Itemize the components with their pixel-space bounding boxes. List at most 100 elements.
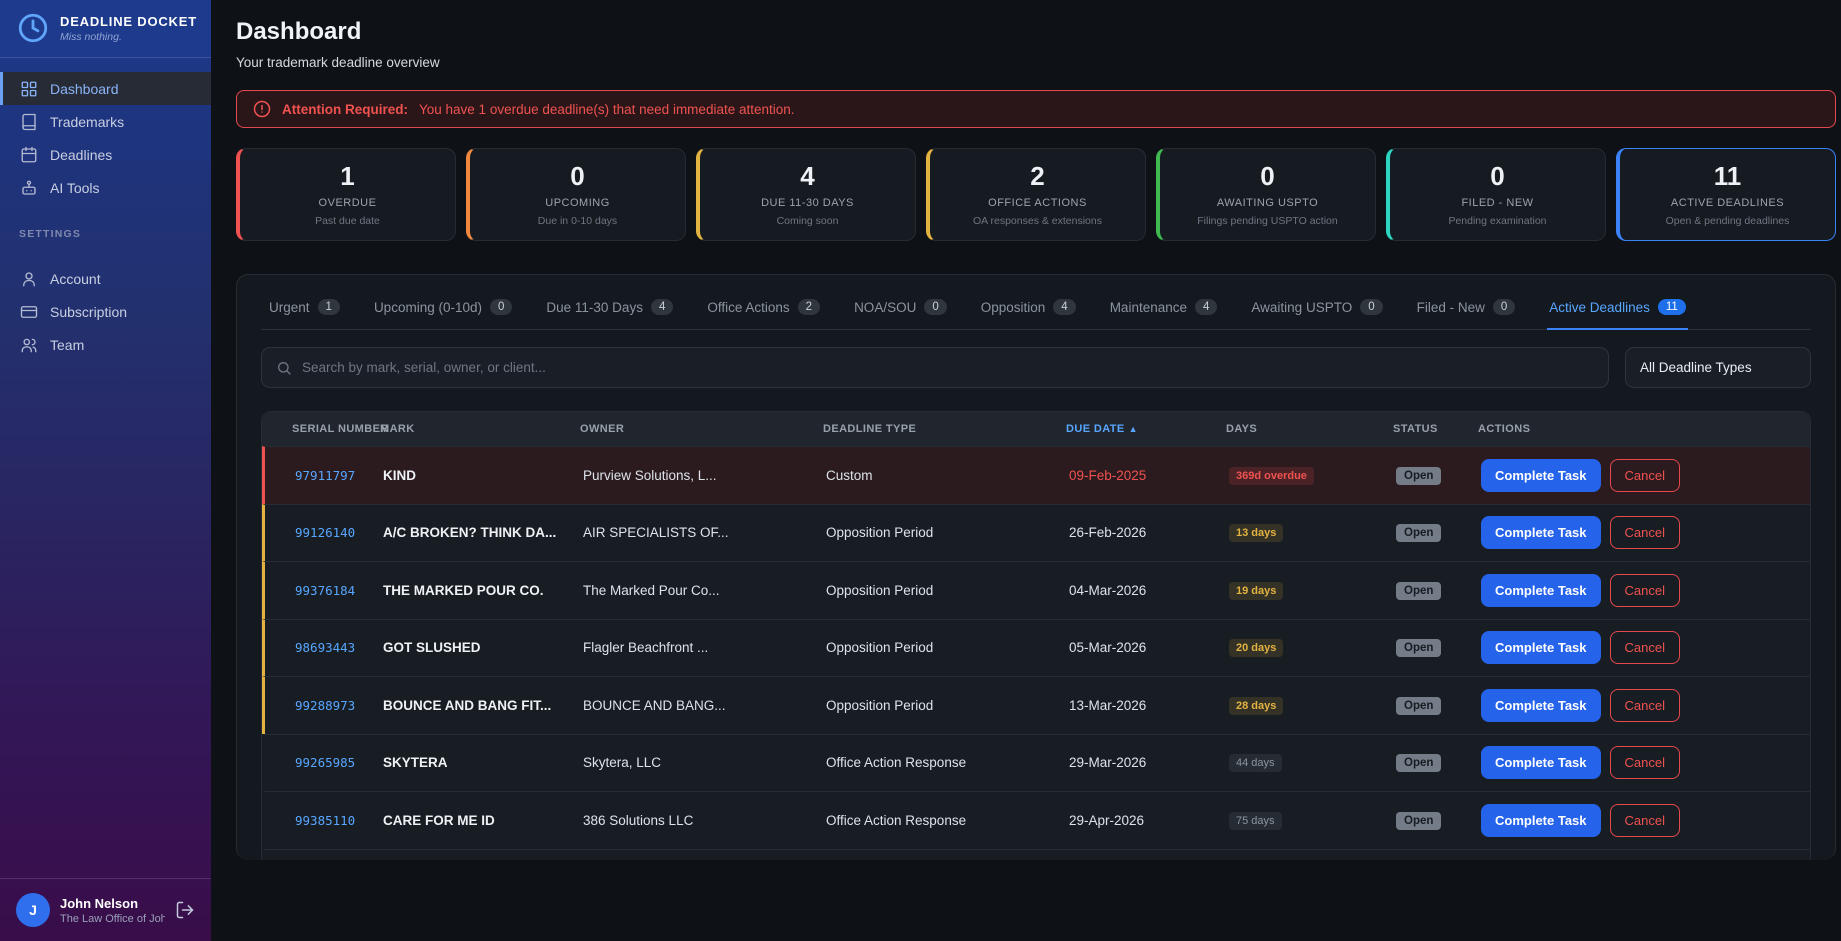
owner-cell: BOUNCE AND BANG... xyxy=(583,698,826,713)
sidebar-item-trademarks[interactable]: Trademarks xyxy=(0,105,211,138)
stat-sublabel: Filings pending USPTO action xyxy=(1160,215,1375,227)
attention-alert: Attention Required: You have 1 overdue d… xyxy=(236,90,1836,128)
stat-card[interactable]: 0 UPCOMING Due in 0-10 days xyxy=(466,148,686,241)
table-row: 99265985 SKYTERA Skytera, LLC Office Act… xyxy=(262,734,1810,792)
logout-icon[interactable] xyxy=(175,900,195,920)
sidebar-item-deadlines[interactable]: Deadlines xyxy=(0,138,211,171)
stat-sublabel: Past due date xyxy=(240,215,455,227)
owner-cell: AIR SPECIALISTS OF... xyxy=(583,525,826,540)
owner-cell: Purview Solutions, L... xyxy=(583,468,826,483)
serial-number-link[interactable]: 99126140 xyxy=(265,525,383,540)
column-due-date-sorted[interactable]: DUE DATE▲ xyxy=(1066,423,1226,435)
stat-label: FILED - NEW xyxy=(1390,197,1605,209)
search-input[interactable] xyxy=(302,360,1594,375)
settings-section-label: SETTINGS xyxy=(19,228,211,240)
filter-tab[interactable]: Urgent 1 xyxy=(267,293,342,330)
sidebar-item-subscription[interactable]: Subscription xyxy=(0,295,211,328)
filter-tab[interactable]: Upcoming (0-10d) 0 xyxy=(372,293,514,330)
table-row: 99126140 A/C BROKEN? THINK DA... AIR SPE… xyxy=(262,504,1810,562)
stat-label: DUE 11-30 DAYS xyxy=(700,197,915,209)
page-subtitle: Your trademark deadline overview xyxy=(236,55,1836,70)
complete-task-button[interactable]: Complete Task xyxy=(1481,574,1601,607)
table-row: 99385110 CARE FOR ME ID 386 Solutions LL… xyxy=(262,791,1810,849)
serial-number-link[interactable]: 99288973 xyxy=(265,698,383,713)
serial-number-link[interactable]: 97911797 xyxy=(265,468,383,483)
table-row: 98693443 GOT SLUSHED Flagler Beachfront … xyxy=(262,619,1810,677)
status-badge: Open xyxy=(1396,524,1441,542)
search-box[interactable] xyxy=(261,347,1609,388)
search-row: All Deadline Types xyxy=(261,347,1811,388)
stat-card[interactable]: 0 AWAITING USPTO Filings pending USPTO a… xyxy=(1156,148,1376,241)
serial-number-link[interactable]: 99376184 xyxy=(265,583,383,598)
avatar[interactable]: J xyxy=(16,893,50,927)
column-deadline-type[interactable]: DEADLINE TYPE xyxy=(823,423,1066,435)
tab-count-badge: 0 xyxy=(1360,299,1382,315)
clock-logo-icon xyxy=(16,11,50,45)
stat-value: 11 xyxy=(1620,162,1835,191)
stat-card[interactable]: 4 DUE 11-30 DAYS Coming soon xyxy=(696,148,916,241)
search-icon xyxy=(276,360,292,376)
stat-card[interactable]: 2 OFFICE ACTIONS OA responses & extensio… xyxy=(926,148,1146,241)
sidebar-item-dashboard[interactable]: Dashboard xyxy=(0,72,211,105)
cancel-button[interactable]: Cancel xyxy=(1610,804,1680,837)
filter-tab[interactable]: Filed - New 0 xyxy=(1415,293,1518,330)
stat-sublabel: Due in 0-10 days xyxy=(470,215,685,227)
cancel-button[interactable]: Cancel xyxy=(1610,574,1680,607)
filter-tab[interactable]: Awaiting USPTO 0 xyxy=(1249,293,1384,330)
filter-tab[interactable]: Office Actions 2 xyxy=(705,293,822,330)
complete-task-button[interactable]: Complete Task xyxy=(1481,746,1601,779)
serial-number-link[interactable]: 98693443 xyxy=(265,640,383,655)
stat-card[interactable]: 0 FILED - NEW Pending examination xyxy=(1386,148,1606,241)
alert-circle-icon xyxy=(253,100,271,118)
deadline-type-cell: Opposition Period xyxy=(826,640,1069,655)
tab-count-badge: 4 xyxy=(651,299,673,315)
trademarks-icon xyxy=(20,113,38,131)
column-status[interactable]: STATUS xyxy=(1393,423,1478,435)
sidebar-item-ai-tools[interactable]: AI Tools xyxy=(0,171,211,204)
mark-cell: SKYTERA xyxy=(383,755,583,770)
filter-tab[interactable]: Maintenance 4 xyxy=(1108,293,1220,330)
complete-task-button[interactable]: Complete Task xyxy=(1481,631,1601,664)
mark-cell: BOUNCE AND BANG FIT... xyxy=(383,698,583,713)
stat-label: OFFICE ACTIONS xyxy=(930,197,1145,209)
due-date-cell: 29-Apr-2026 xyxy=(1069,813,1229,828)
complete-task-button[interactable]: Complete Task xyxy=(1481,804,1601,837)
stat-sublabel: OA responses & extensions xyxy=(930,215,1145,227)
serial-number-link[interactable]: 99385110 xyxy=(265,813,383,828)
stat-value: 0 xyxy=(1160,162,1375,191)
filter-tab[interactable]: NOA/SOU 0 xyxy=(852,293,949,330)
deadline-type-cell: Office Action Response xyxy=(826,813,1069,828)
mark-cell: KIND xyxy=(383,468,583,483)
status-badge: Open xyxy=(1396,582,1441,600)
sidebar-item-team[interactable]: Team xyxy=(0,328,211,361)
due-date-cell: 13-Mar-2026 xyxy=(1069,698,1229,713)
column-actions: ACTIONS xyxy=(1478,423,1810,435)
stat-sublabel: Open & pending deadlines xyxy=(1620,215,1835,227)
cancel-button[interactable]: Cancel xyxy=(1610,746,1680,779)
filter-tab[interactable]: Due 11-30 Days 4 xyxy=(544,293,675,330)
status-badge: Open xyxy=(1396,639,1441,657)
dashboard-icon xyxy=(20,80,38,98)
cancel-button[interactable]: Cancel xyxy=(1610,631,1680,664)
deadline-type-select[interactable]: All Deadline Types xyxy=(1625,347,1811,388)
sidebar-item-account[interactable]: Account xyxy=(0,262,211,295)
owner-cell: 386 Solutions LLC xyxy=(583,813,826,828)
stat-label: OVERDUE xyxy=(240,197,455,209)
complete-task-button[interactable]: Complete Task xyxy=(1481,689,1601,722)
column-mark[interactable]: MARK xyxy=(380,423,580,435)
status-badge: Open xyxy=(1396,754,1441,772)
filter-tab[interactable]: Active Deadlines 11 xyxy=(1547,293,1688,330)
serial-number-link[interactable]: 99265985 xyxy=(265,755,383,770)
cancel-button[interactable]: Cancel xyxy=(1610,516,1680,549)
column-owner[interactable]: OWNER xyxy=(580,423,823,435)
owner-cell: The Marked Pour Co... xyxy=(583,583,826,598)
stat-card[interactable]: 11 ACTIVE DEADLINES Open & pending deadl… xyxy=(1616,148,1836,241)
complete-task-button[interactable]: Complete Task xyxy=(1481,516,1601,549)
column-serial-number[interactable]: SERIAL NUMBER xyxy=(262,423,380,435)
cancel-button[interactable]: Cancel xyxy=(1610,689,1680,722)
column-days[interactable]: DAYS xyxy=(1226,423,1393,435)
complete-task-button[interactable]: Complete Task xyxy=(1481,459,1601,492)
cancel-button[interactable]: Cancel xyxy=(1610,459,1680,492)
filter-tab[interactable]: Opposition 4 xyxy=(979,293,1078,330)
stat-card[interactable]: 1 OVERDUE Past due date xyxy=(236,148,456,241)
